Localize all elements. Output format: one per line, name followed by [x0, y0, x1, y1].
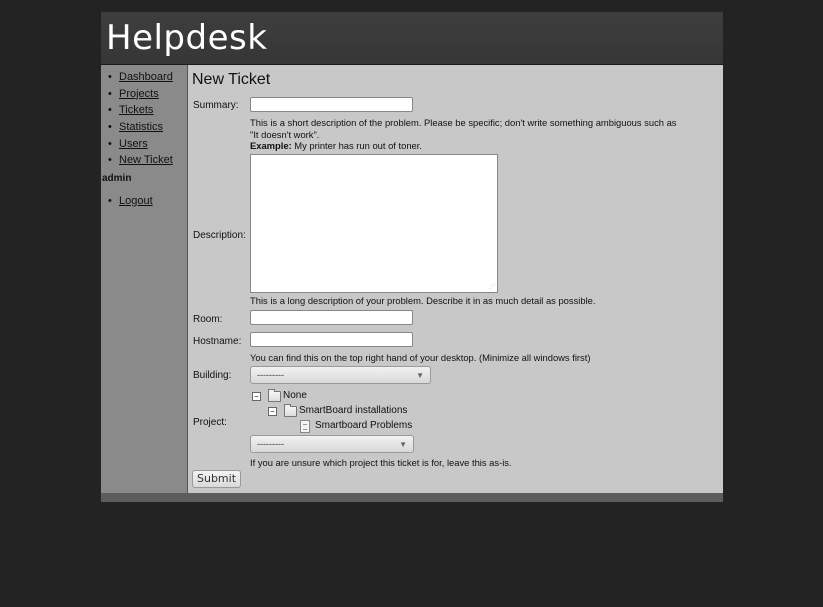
summary-example: Example: My printer has run out of toner…	[250, 140, 677, 152]
site-title: Helpdesk	[106, 18, 268, 58]
statistics-link[interactable]: Statistics	[119, 121, 163, 133]
project-selected-value: ---------	[257, 439, 284, 449]
document-icon	[300, 420, 310, 433]
sidebar-item-logout: Logout	[101, 193, 187, 210]
page-title: New Ticket	[192, 71, 271, 88]
example-text: My printer has run out of toner.	[291, 140, 422, 151]
summary-label: Summary:	[193, 100, 239, 111]
sidebar-item-dashboard: Dashboard	[101, 69, 187, 86]
room-input[interactable]	[250, 310, 413, 325]
site-header: Helpdesk	[101, 12, 723, 65]
users-link[interactable]: Users	[119, 138, 148, 150]
project-help: If you are unsure which project this tic…	[250, 457, 512, 468]
page-wrapper: Helpdesk Dashboard Projects Tickets Stat…	[101, 12, 723, 502]
sidebar-item-users: Users	[101, 136, 187, 153]
chevron-down-icon: ▼	[416, 371, 424, 380]
tree-node-label[interactable]: SmartBoard installations	[299, 405, 407, 416]
submit-button[interactable]: Submit	[192, 470, 241, 488]
sidebar-item-projects: Projects	[101, 86, 187, 103]
project-label: Project:	[193, 417, 227, 428]
hostname-help: You can find this on the top right hand …	[250, 352, 591, 363]
description-label: Description:	[193, 230, 246, 241]
resize-grip-icon[interactable]: ⋰	[489, 283, 495, 290]
tree-node-label[interactable]: Smartboard Problems	[315, 420, 412, 431]
collapse-toggle-icon[interactable]: −	[268, 407, 277, 416]
tree-node-label[interactable]: None	[283, 390, 307, 401]
room-label: Room:	[193, 314, 223, 325]
tree-node-smartboard-installations: − SmartBoard installations	[268, 404, 468, 419]
folder-icon	[284, 404, 297, 417]
summary-help-line1: This is a short description of the probl…	[250, 117, 677, 128]
main-content: New Ticket Summary: This is a short desc…	[188, 65, 723, 493]
project-select[interactable]: --------- ▼	[250, 435, 414, 453]
chevron-down-icon: ▼	[399, 440, 407, 449]
main-nav: Dashboard Projects Tickets Statistics Us…	[101, 69, 187, 169]
folder-icon	[268, 389, 281, 402]
description-help: This is a long description of your probl…	[250, 295, 596, 306]
current-user-label: admin	[102, 173, 132, 184]
dashboard-link[interactable]: Dashboard	[119, 71, 173, 83]
collapse-toggle-icon[interactable]: −	[252, 392, 261, 401]
building-selected-value: ---------	[257, 370, 284, 380]
projects-link[interactable]: Projects	[119, 88, 159, 100]
building-select[interactable]: --------- ▼	[250, 366, 431, 384]
hostname-label: Hostname:	[193, 336, 242, 347]
logout-link[interactable]: Logout	[119, 195, 153, 207]
user-nav: Logout	[101, 193, 187, 210]
sidebar: Dashboard Projects Tickets Statistics Us…	[101, 65, 188, 493]
sidebar-item-statistics: Statistics	[101, 119, 187, 136]
summary-help-line2: "It doesn't work".	[250, 128, 320, 140]
sidebar-item-tickets: Tickets	[101, 102, 187, 119]
tree-node-smartboard-problems: Smartboard Problems	[300, 420, 500, 434]
hostname-input[interactable]	[250, 332, 413, 347]
tickets-link[interactable]: Tickets	[119, 104, 153, 116]
description-textarea[interactable]: ⋰	[250, 154, 498, 293]
sidebar-item-new-ticket: New Ticket	[101, 152, 187, 169]
summary-help: This is a short description of the probl…	[250, 117, 677, 152]
tree-node-none: − None	[252, 389, 452, 404]
footer-bar	[101, 493, 723, 502]
summary-input[interactable]	[250, 97, 413, 112]
building-label: Building:	[193, 370, 232, 381]
example-label: Example:	[250, 140, 292, 151]
new-ticket-link[interactable]: New Ticket	[119, 154, 173, 166]
